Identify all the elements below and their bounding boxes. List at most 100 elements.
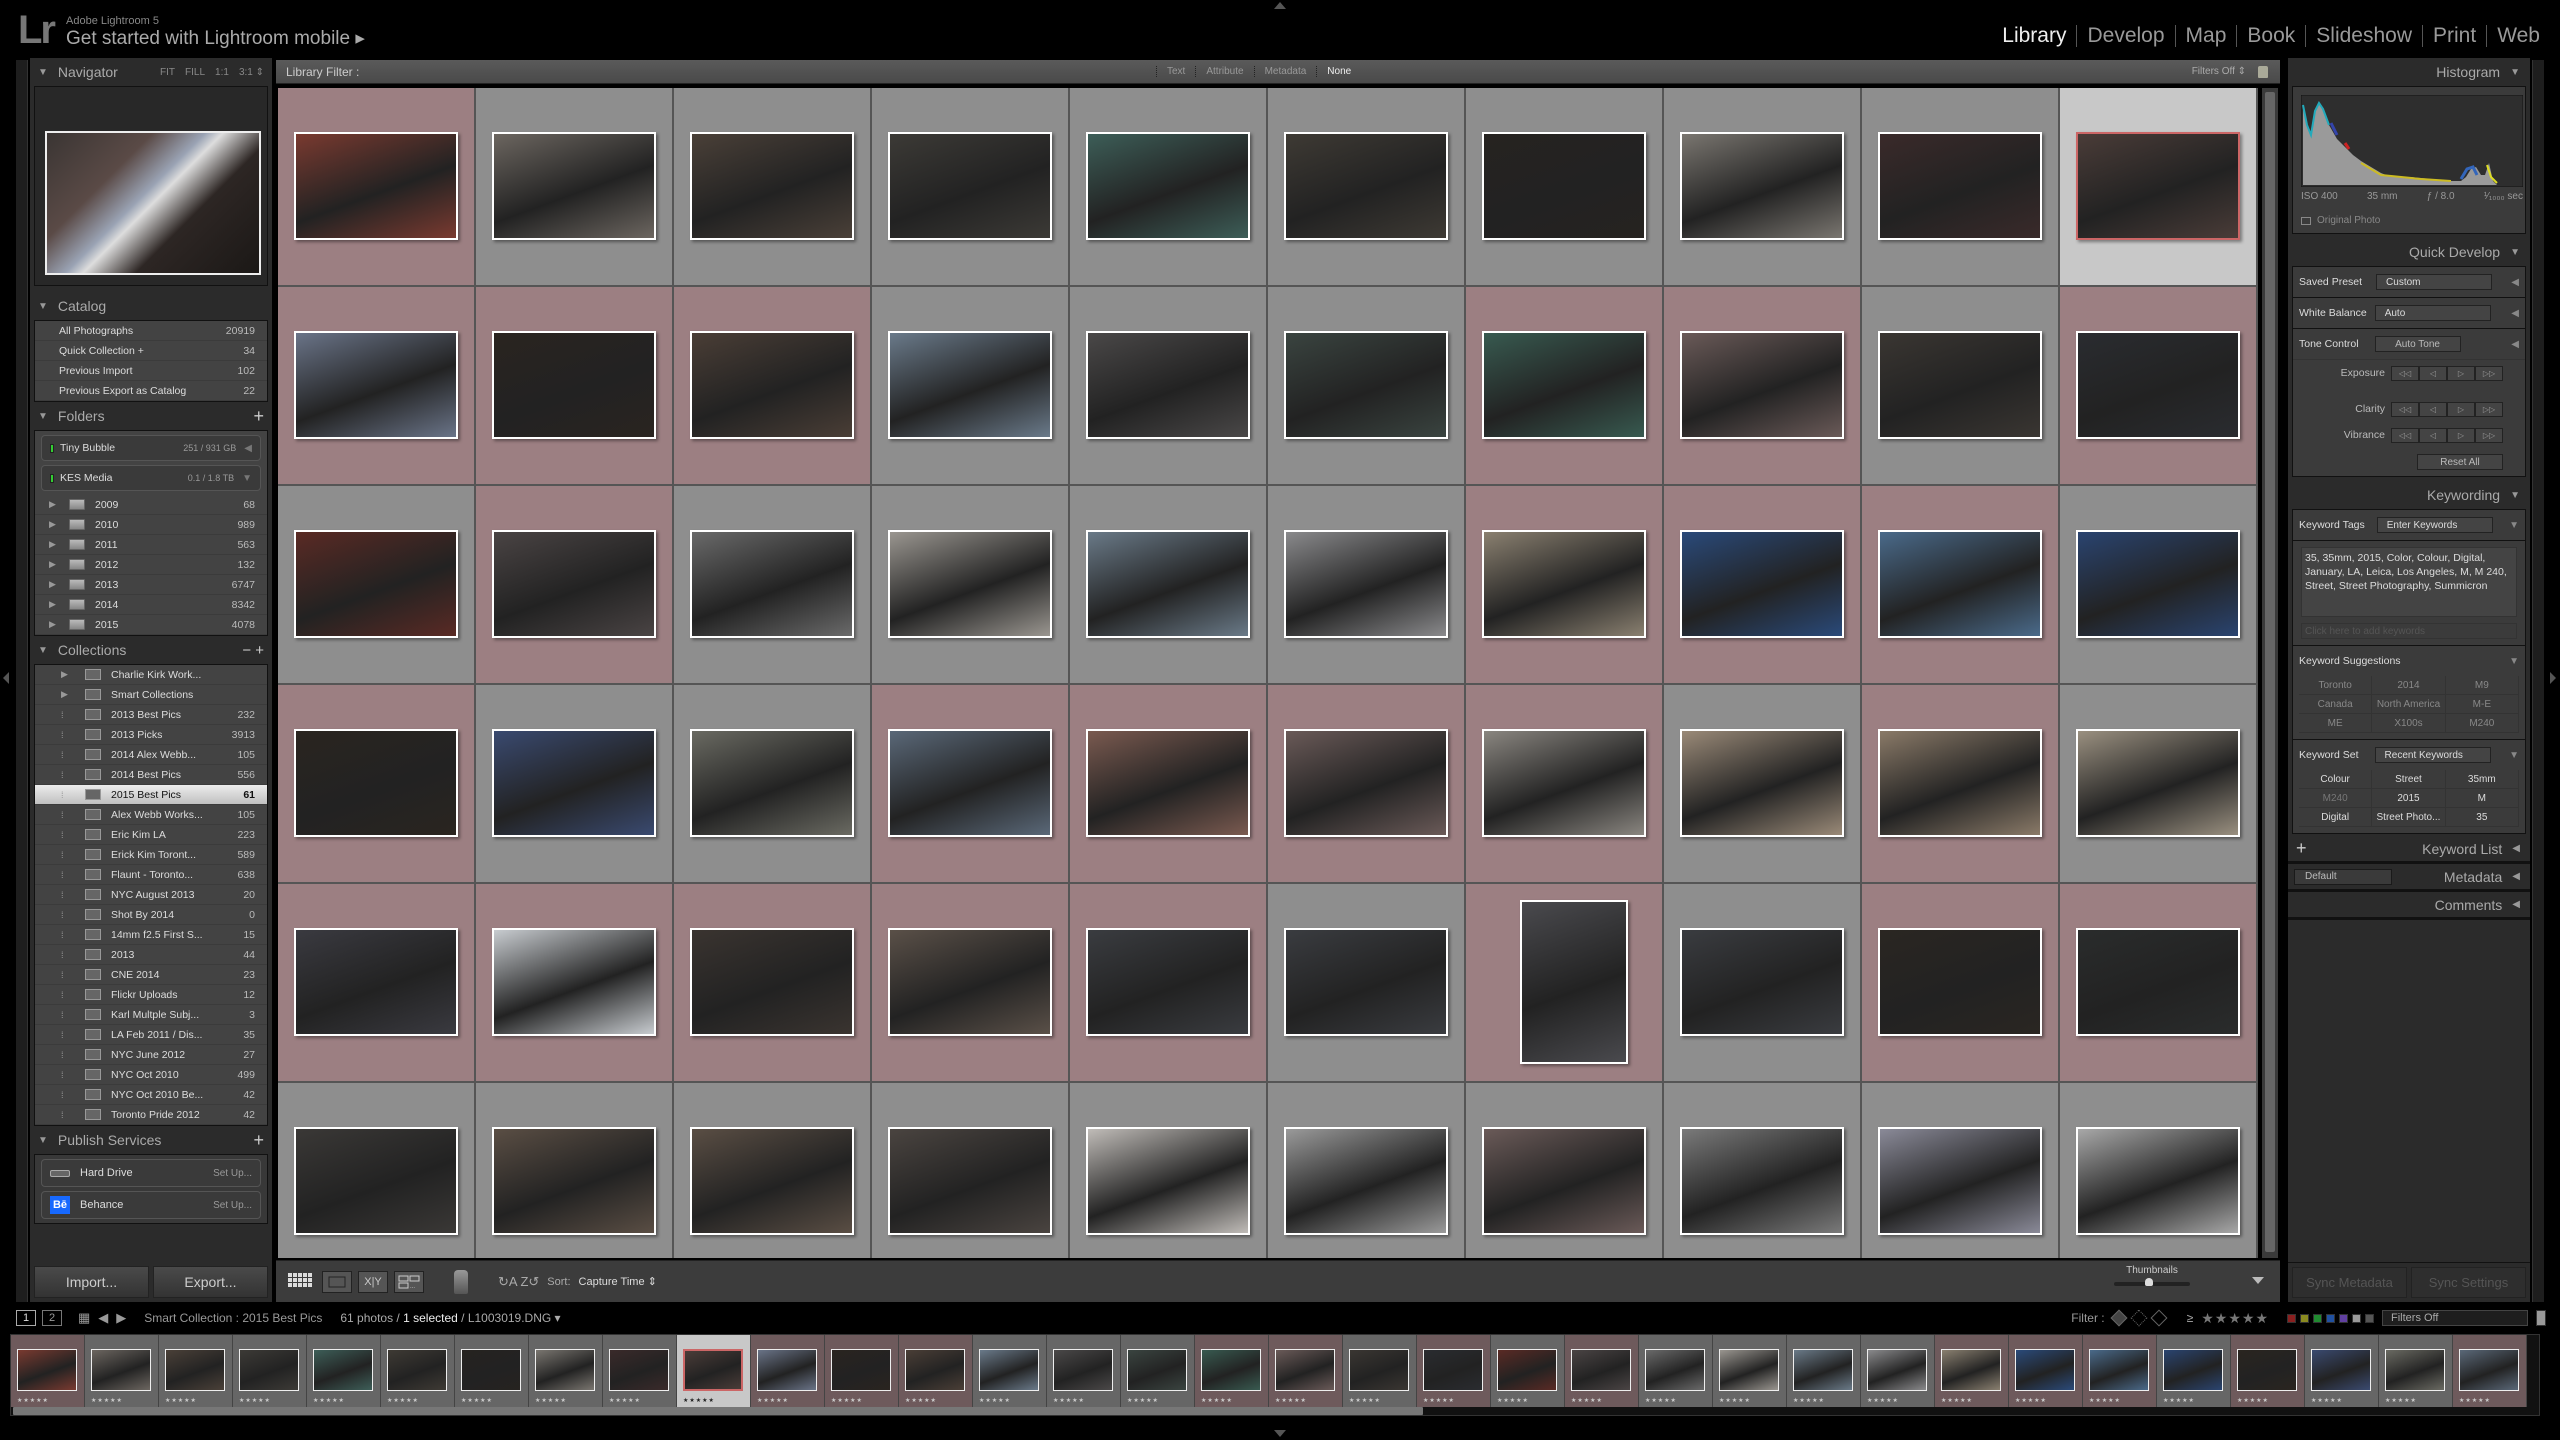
photo-thumbnail[interactable] [1878,530,2042,638]
photo-thumbnail[interactable] [1680,530,1844,638]
main-window-button[interactable]: 1 [16,1310,36,1326]
filmstrip-thumbnail[interactable] [1201,1349,1261,1391]
rating-operator[interactable]: ≥ [2187,1311,2194,1325]
photo-thumbnail[interactable] [294,132,458,240]
star-rating[interactable]: ★★★★★ [1571,1397,1603,1404]
photo-thumbnail[interactable] [492,132,656,240]
unflagged-icon[interactable] [2130,1309,2148,1327]
collection-item[interactable]: ⁞ 14mm f2.5 First S... 15 [35,925,267,945]
photo-thumbnail[interactable] [1680,928,1844,1036]
photo-thumbnail[interactable] [2076,1127,2240,1235]
star-rating[interactable]: ★★★★★ [609,1397,641,1404]
star-rating[interactable]: ★★★★★ [17,1397,49,1404]
decrease-large-button[interactable]: ◁◁ [2391,401,2419,417]
photo-thumbnail[interactable] [2076,928,2240,1036]
grid-cell[interactable] [674,88,872,287]
folder-item[interactable]: ▶ 2013 6747 [35,575,267,595]
star-rating[interactable]: ★★★★★ [91,1397,123,1404]
collection-item[interactable]: ⁞ CNE 2014 23 [35,965,267,985]
collection-item[interactable]: ▶ Charlie Kirk Work... [35,665,267,685]
photo-thumbnail[interactable] [888,132,1052,240]
star-rating[interactable]: ★★★★★ [387,1397,419,1404]
filmstrip-cell[interactable]: ★★★★★ [159,1335,233,1407]
grid-cell[interactable] [476,287,674,486]
increase-large-button[interactable]: ▷▷ [2475,365,2503,381]
grid-cell[interactable] [1268,884,1466,1083]
color-label-filter-swatch[interactable] [2365,1313,2374,1323]
photo-thumbnail[interactable] [1878,132,2042,240]
right-panel-edge[interactable] [2532,60,2544,1302]
grid-cell[interactable] [1268,486,1466,685]
folder-item[interactable]: ▶ 2012 132 [35,555,267,575]
photo-thumbnail[interactable] [1284,530,1448,638]
painter-spray-can-icon[interactable] [454,1269,468,1294]
filmstrip-cell[interactable]: ★★★★★ [2083,1335,2157,1407]
keyword-suggestion[interactable]: X100s [2372,714,2446,733]
disclosure-triangle-icon[interactable]: ▶ [61,669,75,680]
star-rating[interactable]: ★★★★★ [2385,1397,2417,1404]
filmstrip-thumbnail[interactable] [2163,1349,2223,1391]
photo-thumbnail[interactable] [294,1127,458,1235]
disclosure-triangle-icon[interactable]: ▶ [49,519,63,530]
filter-tab-metadata[interactable]: Metadata [1253,66,1317,77]
filmstrip-cell[interactable]: ★★★★★ [1269,1335,1343,1407]
folder-item[interactable]: ▶ 2009 68 [35,495,267,515]
grid-cell[interactable] [1862,685,2060,884]
grid-cell[interactable] [476,486,674,685]
color-label-filter-swatch[interactable] [2300,1313,2309,1323]
disclosure-triangle-icon[interactable]: ▶ [49,579,63,590]
color-label-filter-swatch[interactable] [2313,1313,2322,1323]
collection-item[interactable]: ⁞ Karl Multple Subj... 3 [35,1005,267,1025]
grid-cell[interactable] [476,685,674,884]
photo-thumbnail[interactable] [1878,331,2042,439]
collection-item[interactable]: ⁞ Eric Kim LA 223 [35,825,267,845]
star-rating[interactable]: ★★★★★ [2015,1397,2047,1404]
filmstrip-cell[interactable]: ★★★★★ [1639,1335,1713,1407]
filmstrip-thumbnail[interactable] [1793,1349,1853,1391]
photo-thumbnail[interactable] [492,331,656,439]
star-rating[interactable]: ★★★★★ [1423,1397,1455,1404]
keyword-set-item[interactable]: 2015 [2372,789,2446,808]
module-library[interactable]: Library [1992,24,2076,48]
color-label-filter-swatch[interactable] [2287,1313,2296,1323]
grid-cell[interactable] [278,486,476,685]
filmstrip-cell[interactable]: ★★★★★ [2157,1335,2231,1407]
grid-cell[interactable] [278,88,476,287]
photo-thumbnail[interactable] [1680,132,1844,240]
photo-thumbnail[interactable] [1482,132,1646,240]
histogram-header[interactable]: Histogram ▼ [2288,58,2530,86]
filmstrip-cell[interactable]: ★★★★★ [381,1335,455,1407]
photo-thumbnail[interactable] [888,331,1052,439]
left-panel-edge[interactable] [16,60,28,1302]
folders-header[interactable]: ▼ Folders + [30,402,272,430]
keyword-set-item[interactable]: Street Photo... [2372,808,2446,827]
auto-tone-button[interactable]: Auto Tone [2374,336,2461,352]
grid-cell[interactable] [1268,685,1466,884]
filmstrip-thumbnail[interactable] [2385,1349,2445,1391]
photo-thumbnail[interactable] [1680,1127,1844,1235]
grid-cell[interactable] [2060,884,2258,1083]
collection-add-remove-icon[interactable]: − + [242,642,264,659]
grid-cell[interactable] [278,884,476,1083]
rating-stars-filter[interactable]: ★★★★★ [2201,1310,2269,1327]
scrollbar-thumb[interactable] [2265,92,2275,1252]
filmstrip-thumbnail[interactable] [387,1349,447,1391]
disclosure-triangle-icon[interactable]: ▶ [49,559,63,570]
collection-item[interactable]: ⁞ Flickr Uploads 12 [35,985,267,1005]
star-rating[interactable]: ★★★★★ [1645,1397,1677,1404]
grid-cell[interactable] [2060,486,2258,685]
star-rating[interactable]: ★★★★★ [2089,1397,2121,1404]
photo-thumbnail[interactable] [690,729,854,837]
filmstrip-thumbnail[interactable] [905,1349,965,1391]
grid-cell[interactable] [872,884,1070,1083]
keyword-set-item[interactable]: 35mm [2445,770,2519,789]
photo-thumbnail[interactable] [690,132,854,240]
import-button[interactable]: Import... [34,1266,149,1298]
collection-item[interactable]: ⁞ Shot By 2014 0 [35,905,267,925]
color-label-filter-swatch[interactable] [2339,1313,2348,1323]
photo-thumbnail[interactable] [1086,729,1250,837]
collection-item[interactable]: ▶ Smart Collections [35,685,267,705]
navigator-photo[interactable] [45,131,261,275]
grid-cell[interactable] [1466,1083,1664,1258]
filmstrip-thumbnail[interactable] [683,1349,743,1391]
